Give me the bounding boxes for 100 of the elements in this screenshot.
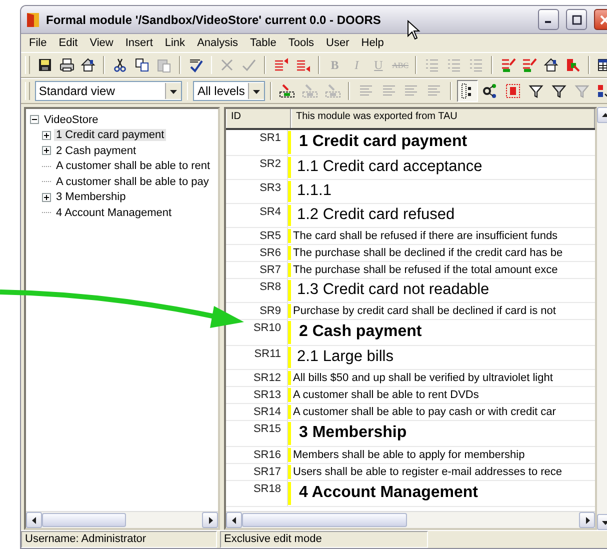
requirement-text: The purchase shall be declined if the credit card has be xyxy=(293,246,563,260)
level-marker xyxy=(288,304,291,318)
scroll-right-button[interactable] xyxy=(579,512,595,528)
menu-item[interactable]: Analysis xyxy=(191,36,244,50)
menu-item[interactable]: File xyxy=(23,36,53,50)
expand-toggle-icon[interactable] xyxy=(42,192,51,202)
level-marker xyxy=(288,482,291,505)
tree-item[interactable]: 4 Account Management xyxy=(54,206,174,219)
spellcheck-icon xyxy=(188,57,204,73)
column-header[interactable]: ID xyxy=(226,109,291,128)
bullets-icon xyxy=(424,57,440,73)
status-text: Exclusive edit mode xyxy=(220,531,428,548)
filter-icon xyxy=(528,83,544,99)
status-text: Username: Administrator xyxy=(21,531,217,548)
level-marker xyxy=(288,347,291,368)
requirement-text: Users shall be able to register e-mail addresses to rece xyxy=(293,465,562,479)
menu-item[interactable]: Edit xyxy=(52,36,84,50)
window-title: Formal module '/Sandbox/VideoStore' current 0.0 - DOORS xyxy=(46,12,381,26)
menu-item[interactable]: Link xyxy=(158,36,192,50)
menu-item[interactable]: Table xyxy=(244,36,282,50)
expand-toggle-icon[interactable] xyxy=(42,146,51,156)
save-icon xyxy=(36,57,53,73)
graph-icon xyxy=(482,83,498,99)
horizontal-scrollbar[interactable] xyxy=(26,511,218,528)
tree-item[interactable]: 1 Credit card payment xyxy=(54,129,166,142)
menu-item[interactable]: Insert xyxy=(119,36,159,50)
requirement-text: The purchase shall be refused if the total amount exce xyxy=(293,263,558,277)
minimize-button[interactable] xyxy=(538,9,559,30)
heading-text: 1.1 Credit card acceptance xyxy=(296,157,482,177)
print-icon xyxy=(58,57,74,73)
heading-text: 2.1 Large bills xyxy=(296,347,394,367)
level-marker xyxy=(288,246,291,260)
requirement-text: Members shall be able to apply for membership xyxy=(293,448,525,462)
document-icon xyxy=(504,83,521,99)
scrollbar-thumb[interactable] xyxy=(242,513,407,527)
level-marker xyxy=(288,388,291,402)
right-arrow-icon xyxy=(206,516,214,524)
insert-above-icon xyxy=(273,57,290,73)
accept-icon xyxy=(241,57,258,73)
level-marker xyxy=(288,205,291,226)
properties-icon xyxy=(80,57,96,73)
scrollbar-thumb[interactable] xyxy=(42,513,126,527)
scroll-left-button[interactable] xyxy=(226,512,242,528)
level-marker xyxy=(288,422,291,445)
level-marker xyxy=(288,405,291,419)
level-dropdown[interactable]: All levels xyxy=(193,81,265,101)
up-arrow-icon xyxy=(602,112,607,118)
menu-item[interactable]: Help xyxy=(355,36,390,50)
link-delete-icon xyxy=(565,57,582,73)
tree-item[interactable]: 2 Cash payment xyxy=(54,144,138,157)
tree-item[interactable]: A customer shall be able to pay xyxy=(54,176,211,188)
tree-item[interactable]: A customer shall be able to rent xyxy=(54,160,212,172)
right-arrow-icon xyxy=(584,516,590,524)
level-marker xyxy=(288,157,291,178)
copy-icon xyxy=(134,57,150,73)
tree-item[interactable]: 3 Membership xyxy=(54,191,128,204)
scroll-left-button[interactable] xyxy=(26,512,42,528)
horizontal-scrollbar[interactable] xyxy=(226,511,595,528)
app-icon xyxy=(25,12,41,28)
level-marker xyxy=(288,131,291,154)
level-marker xyxy=(288,280,291,301)
outline-button[interactable] xyxy=(456,80,478,102)
maximize-icon xyxy=(572,14,582,24)
view-dropdown[interactable]: Standard view xyxy=(34,81,182,101)
menu-item[interactable]: View xyxy=(84,36,120,50)
left-arrow-icon xyxy=(230,516,238,524)
requirement-text: A customer shall be able to pay cash or with credit car xyxy=(293,405,556,419)
menu-item[interactable]: User xyxy=(320,36,356,50)
level-marker xyxy=(288,229,291,243)
level-marker xyxy=(288,263,291,277)
link-start-icon xyxy=(500,57,516,73)
down-arrow-icon xyxy=(252,88,260,94)
heading-text: 1.1.1 xyxy=(296,181,332,201)
heading-text: 1 Credit card payment xyxy=(298,132,468,152)
scroll-right-button[interactable] xyxy=(202,512,218,528)
menu-item[interactable]: Tools xyxy=(282,36,320,50)
down-arrow-icon xyxy=(602,518,607,526)
mouse-pointer-icon xyxy=(407,20,421,40)
level-marker xyxy=(288,371,291,385)
heading-text: 3 Membership xyxy=(298,423,407,443)
heading-text: 1.3 Credit card not readable xyxy=(296,280,490,300)
maximize-button[interactable] xyxy=(566,9,587,30)
requirement-text: A customer shall be able to rent DVDs xyxy=(293,388,479,402)
filter-clear-icon xyxy=(574,83,590,99)
close-icon xyxy=(600,14,607,24)
level-marker xyxy=(288,321,291,344)
left-arrow-icon xyxy=(30,516,38,524)
heading-text: 4 Account Management xyxy=(298,483,478,503)
tree-item[interactable]: VideoStore xyxy=(42,114,100,126)
requirement-text: The card shall be refused if there are insufficient funds xyxy=(293,229,558,243)
cut-icon xyxy=(112,57,128,73)
level-marker xyxy=(288,465,291,479)
heading-text: 1.2 Credit card refused xyxy=(296,205,455,225)
filter-edit-icon xyxy=(550,83,567,99)
requirement-text: Purchase by credit card shall be declined if card is not xyxy=(293,304,556,318)
expand-toggle-icon[interactable] xyxy=(42,130,51,140)
requirement-text: All bills $50 and up shall be verified by ultraviolet light xyxy=(293,371,553,385)
collapse-toggle-icon[interactable] xyxy=(30,115,39,124)
column-header[interactable]: This module was exported from TAU xyxy=(291,109,595,128)
link-end-icon xyxy=(521,57,538,73)
